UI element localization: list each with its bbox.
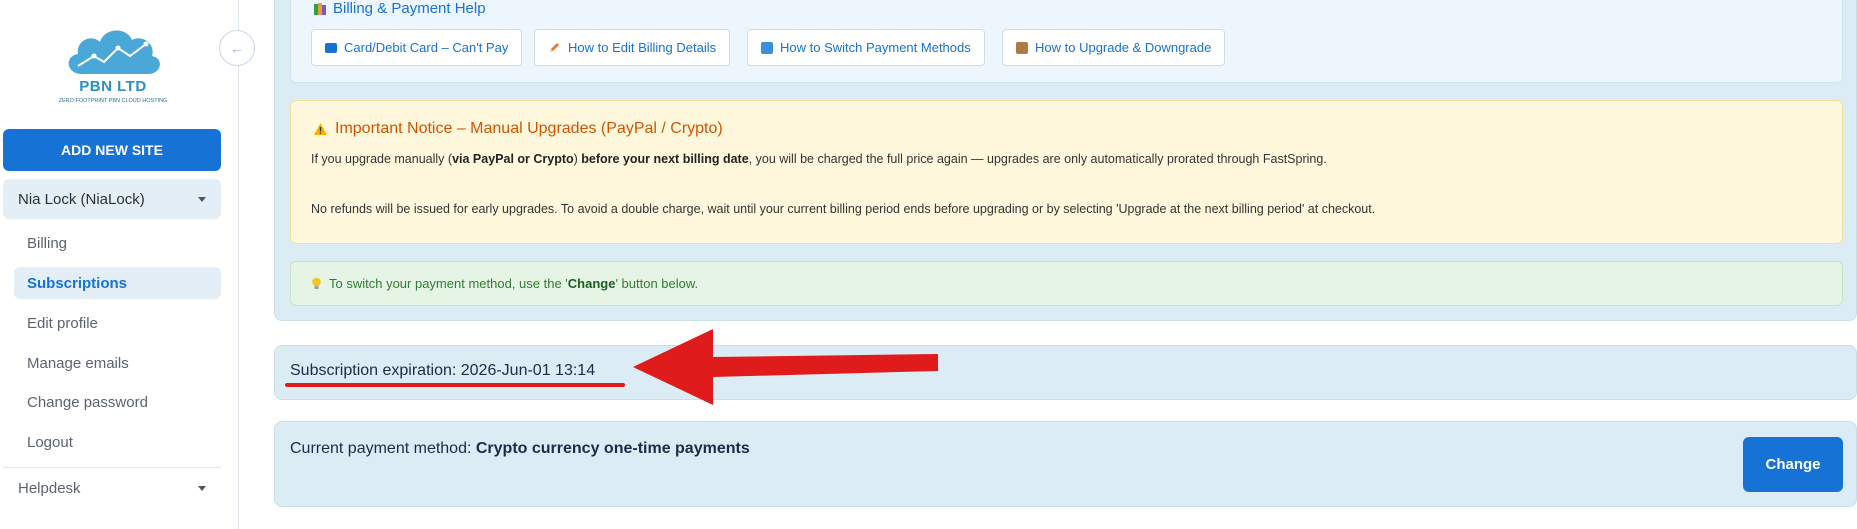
annotation-arrow	[633, 329, 938, 405]
sidebar-item-label: Billing	[27, 234, 68, 252]
pencil-icon	[550, 43, 559, 52]
add-new-site-button[interactable]: ADD NEW SITE	[3, 129, 221, 171]
switch-icon	[761, 41, 773, 54]
sidebar-item-label: Logout	[27, 433, 73, 451]
sidebar-item-label: Edit profile	[27, 314, 98, 332]
warning-icon	[314, 123, 327, 135]
tip-suffix: ' button below.	[615, 276, 699, 291]
payment-method-panel	[274, 421, 1857, 507]
help-link-card-cant-pay[interactable]: Card/Debit Card – Can't Pay	[311, 29, 523, 66]
helpdesk-label: Helpdesk	[18, 479, 81, 497]
lightbulb-icon	[312, 277, 321, 289]
payment-method-value: Crypto currency one-time payments	[475, 440, 750, 457]
help-link-label: How to Edit Billing Details	[568, 40, 717, 55]
notice-text: , you will be charged the full price aga…	[748, 152, 1327, 166]
sidebar-item-change-password[interactable]: Change password	[14, 386, 221, 418]
sidebar-item-label: Manage emails	[27, 354, 129, 372]
sidebar-item-manage-emails[interactable]: Manage emails	[14, 347, 221, 379]
change-payment-button[interactable]: Change	[1743, 437, 1843, 492]
tip-text: To switch your payment method, use the '…	[311, 276, 698, 291]
sidebar-item-logout[interactable]: Logout	[14, 426, 221, 458]
current-payment-method: Current payment method: Crypto currency …	[290, 440, 750, 458]
notice-emphasis: before your next billing date	[581, 152, 749, 166]
notice-text: If you upgrade manually (	[311, 152, 453, 166]
billing-help-title: Billing & Payment Help	[313, 0, 486, 17]
arrow-left-icon: ←	[230, 40, 244, 56]
logo-name: PBN LTD	[79, 78, 147, 95]
tip-highlight: Change	[567, 276, 616, 291]
cloud-logo-icon	[68, 30, 160, 74]
help-link-label: Card/Debit Card – Can't Pay	[344, 40, 509, 55]
notice-title-text: Important Notice – Manual Upgrades (PayP…	[335, 120, 723, 137]
company-logo[interactable]: PBN LTD ZERO FOOTPRINT PBN CLOUD HOSTING	[58, 22, 168, 110]
caret-down-icon	[198, 485, 206, 491]
user-name: Nia Lock (NiaLock)	[18, 190, 145, 208]
payment-method-label: Current payment method:	[290, 440, 476, 457]
package-icon	[1016, 41, 1028, 54]
sidebar-item-edit-profile[interactable]: Edit profile	[14, 307, 221, 339]
help-link-upgrade-downgrade[interactable]: How to Upgrade & Downgrade	[1002, 29, 1226, 66]
user-dropdown[interactable]: Nia Lock (NiaLock)	[3, 179, 221, 219]
help-link-edit-billing[interactable]: How to Edit Billing Details	[534, 29, 731, 66]
billing-help-title-text: Billing & Payment Help	[333, 0, 486, 17]
help-link-label: How to Upgrade & Downgrade	[1035, 40, 1212, 55]
sidebar-item-subscriptions[interactable]: Subscriptions	[14, 267, 221, 299]
subscription-expiration: Subscription expiration: 2026-Jun-01 13:…	[290, 362, 596, 379]
sidebar: PBN LTD ZERO FOOTPRINT PBN CLOUD HOSTING…	[0, 0, 239, 529]
books-icon	[314, 2, 326, 15]
sidebar-divider	[3, 467, 221, 468]
collapse-sidebar-button[interactable]: ←	[219, 30, 255, 66]
credit-card-icon	[325, 42, 337, 53]
help-link-switch-payment[interactable]: How to Switch Payment Methods	[747, 29, 985, 66]
logo-tagline: ZERO FOOTPRINT PBN CLOUD HOSTING	[58, 98, 168, 104]
sidebar-item-helpdesk[interactable]: Helpdesk	[3, 473, 221, 503]
sidebar-item-label: Change password	[27, 393, 148, 411]
notice-title: Important Notice – Manual Upgrades (PayP…	[313, 120, 723, 138]
annotation-underline	[285, 383, 625, 387]
sidebar-item-label: Subscriptions	[27, 274, 128, 292]
caret-down-icon	[198, 196, 206, 202]
notice-paragraph-2: No refunds will be issued for early upgr…	[311, 202, 1376, 216]
sidebar-item-billing[interactable]: Billing	[14, 227, 221, 259]
notice-paragraph-1: If you upgrade manually (via PayPal or C…	[311, 152, 1327, 166]
tip-prefix: To switch your payment method, use the '	[329, 276, 568, 291]
help-link-label: How to Switch Payment Methods	[780, 40, 971, 55]
notice-emphasis: via PayPal or Crypto	[452, 152, 574, 166]
